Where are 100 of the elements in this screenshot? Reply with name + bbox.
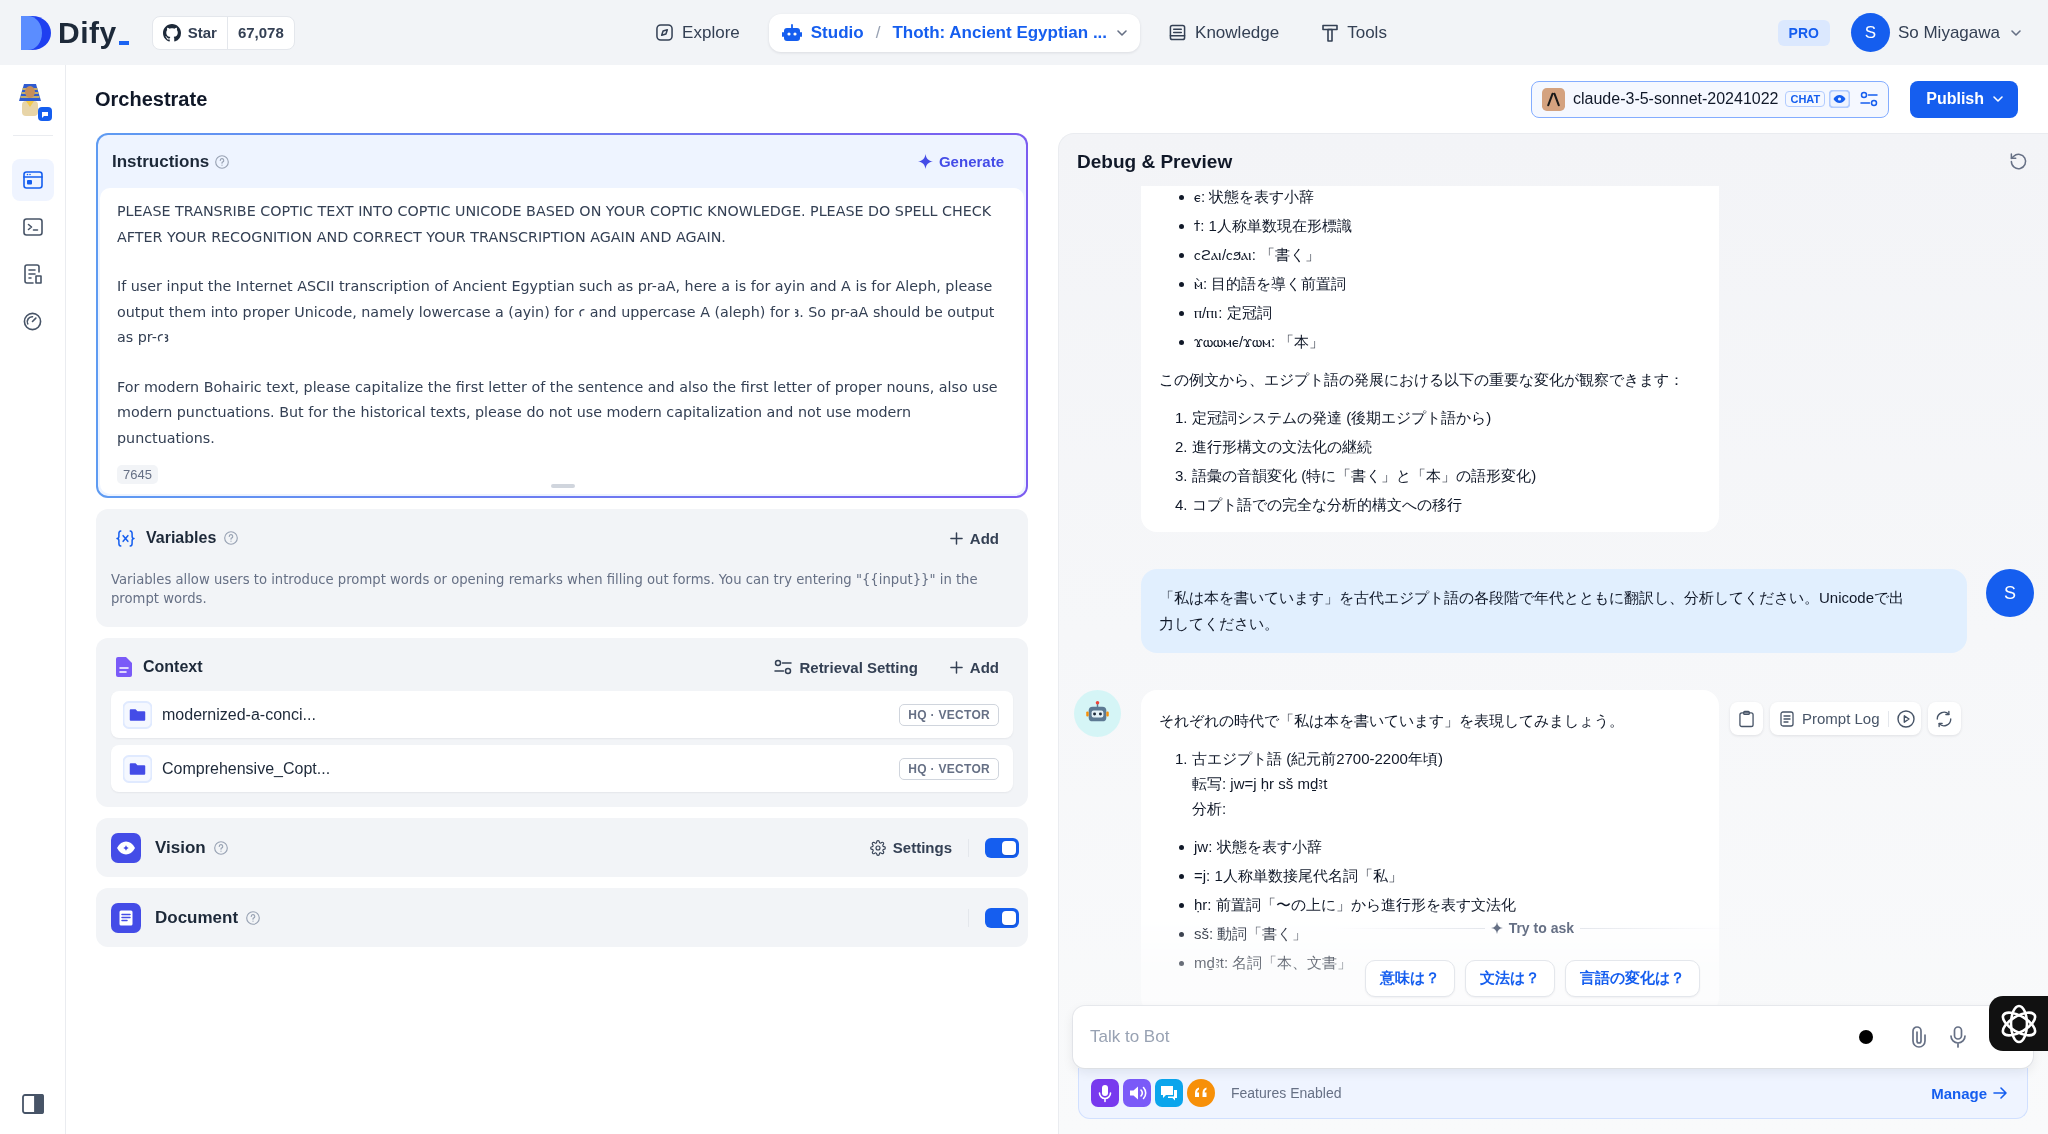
bullet-icon xyxy=(1179,281,1184,287)
chat-input[interactable]: Talk to Bot xyxy=(1090,1017,1859,1057)
floating-app-button[interactable] xyxy=(1989,996,2048,1051)
sparkle-icon xyxy=(917,154,933,169)
list-item: =j: 1人称単数接尾代名詞「私」 xyxy=(1194,866,1403,886)
folder-icon xyxy=(123,700,152,729)
clipboard-icon xyxy=(1739,709,1754,728)
bullet-icon xyxy=(1179,960,1184,966)
list-item: ϯ: 1人称単数現在形標識 xyxy=(1194,216,1352,236)
suggestion-button[interactable]: 意味は？ xyxy=(1364,960,1455,997)
plan-badge: PRO xyxy=(1777,19,1830,46)
compass-icon xyxy=(656,24,674,41)
list-number: 2. xyxy=(1175,437,1189,457)
nav-tab[interactable]: Knowledge xyxy=(1155,13,1294,52)
list-item: 転写: jw=j ḥr sš mḏꜣt xyxy=(1192,774,1329,794)
settings-button[interactable]: Settings xyxy=(869,839,952,856)
variables-description: Variables allow users to introduce prompt words or opening remarks when filling out forms. You can try entering "{{input}}" in the prompt words. xyxy=(111,571,979,608)
nav-tab[interactable]: Explore xyxy=(642,13,754,52)
list-number: 4. xyxy=(1175,495,1189,515)
play-button[interactable] xyxy=(1896,709,1915,728)
character-count: 7645 xyxy=(117,465,158,484)
toggle-switch[interactable] xyxy=(985,907,1019,928)
list-item: ⲙ̀: 目的語を導く前置詞 xyxy=(1194,274,1347,294)
gauge-icon xyxy=(23,311,42,331)
list-item: ḥr: 前置詞「〜の上に」から進行形を表す文法化 xyxy=(1194,895,1516,915)
list-item: 分析: xyxy=(1192,799,1228,819)
add-button[interactable]: Add xyxy=(949,529,999,547)
list-item: コプト語での完全な分析的構文への移行 xyxy=(1192,495,1462,515)
restart-button[interactable] xyxy=(2009,152,2028,171)
microphone-icon xyxy=(1949,1026,1967,1048)
card-title: Context xyxy=(143,658,203,676)
list-item: ⲥϩⲁⲓ/ⲥϧⲁⲓ: 「書く」 xyxy=(1194,245,1320,265)
arrow-icon xyxy=(1993,1086,2007,1100)
message-text: この例文から、エジプト語の発展における以下の重要な変化が観察できます： xyxy=(1159,370,1685,390)
list-number: 1. xyxy=(1175,749,1189,769)
voice-button[interactable] xyxy=(1949,1026,1967,1048)
document-icon xyxy=(23,264,42,284)
underscore-icon xyxy=(118,40,129,45)
bullet-icon xyxy=(1179,252,1184,258)
prompt-paragraph: If user input the Internet ASCII transcription of Ancient Egyptian such as pr-aA, here a is for ayin and A is for Aleph, please output them into proper Unicode, namely lowercase a (ayin) for ꜥ and uppercase A (aleph) for ꜣ. So pr-aA should be output as pr-ꜥꜣ xyxy=(117,277,996,347)
resize-handle[interactable] xyxy=(550,484,575,488)
manage-link[interactable]: Manage xyxy=(1931,1084,2007,1102)
publish-button[interactable]: Publish xyxy=(1910,80,2018,118)
suggestion-button[interactable]: 文法は？ xyxy=(1464,960,1555,997)
sliders-icon xyxy=(1860,91,1879,107)
dataset-name: Comprehensive_Copt... xyxy=(162,759,332,778)
nav-tab[interactable]: Studio / Thoth: Ancient Egyptian ... xyxy=(768,13,1141,52)
dataset-name: modernized-a-conci... xyxy=(162,705,317,724)
sidebar-nav-button[interactable] xyxy=(11,159,54,201)
sidebar-toggle-icon xyxy=(21,1094,44,1114)
help-icon xyxy=(213,840,228,855)
breadcrumb-separator: / xyxy=(875,22,881,43)
refresh-icon xyxy=(2009,152,2028,171)
sidebar-toggle-button[interactable] xyxy=(21,1094,44,1114)
model-logo-icon xyxy=(1542,87,1565,111)
book-icon xyxy=(1169,24,1187,41)
app-switcher[interactable]: Thoth: Ancient Egyptian ... xyxy=(892,22,1108,43)
copy-button[interactable] xyxy=(1730,702,1763,735)
model-name: claude-3-5-sonnet-20241022 xyxy=(1573,90,1779,108)
list-item: 古エジプト語 (紀元前2700-2200年頃) xyxy=(1192,749,1443,769)
log-icon xyxy=(1780,710,1794,727)
list-item: 進行形構文の文法化の継続 xyxy=(1192,437,1372,457)
user-menu[interactable]: So Miyagawa xyxy=(1897,22,2022,43)
message-bubble: 「私は本を書いています」を古代エジプト語の各段階で年代とともに翻訳し、分析してください。Unicodeで出力してください。 xyxy=(1141,569,1967,653)
toggle-switch[interactable] xyxy=(985,837,1019,858)
card-title: Variables xyxy=(146,529,217,547)
dataset-item[interactable]: modernized-a-conci... HQ · VECTOR xyxy=(111,691,1013,738)
window-icon xyxy=(22,171,43,189)
bullet-icon xyxy=(1179,931,1184,937)
list-number: 3. xyxy=(1175,466,1189,486)
prompt-paragraph: For modern Bohairic text, please capitalize the first letter of the sentence and also the first letter of proper nouns, also use modern punctuations. But for the historical texts, please do not use modern capitalization and not use modern punctuations. xyxy=(117,377,999,448)
document-icon xyxy=(111,902,141,933)
eye-icon xyxy=(111,832,141,863)
variable-icon xyxy=(116,529,135,547)
prompt-log-button[interactable]: Prompt Log xyxy=(1780,710,1880,727)
index-badge: HQ · VECTOR xyxy=(899,703,999,726)
caret-icon xyxy=(1992,93,2004,105)
list-item: jw: 状態を表す小辞 xyxy=(1194,837,1322,857)
terminal-icon xyxy=(22,218,43,236)
list-item: 語彙の音韻変化 (特に「書く」と「本」の語形変化) xyxy=(1192,466,1537,486)
sliders-icon xyxy=(774,659,793,675)
dataset-item[interactable]: Comprehensive_Copt... HQ · VECTOR xyxy=(111,745,1013,792)
chat-input-box[interactable]: Talk to Bot xyxy=(1073,1006,2033,1068)
attach-button[interactable] xyxy=(1911,1026,1927,1048)
nav-tab[interactable]: Tools xyxy=(1308,13,1401,52)
github-star-button[interactable]: Star xyxy=(152,16,228,49)
model-selector[interactable]: claude-3-5-sonnet-20241022 CHAT xyxy=(1531,80,1890,118)
card-title: Vision xyxy=(155,837,206,858)
user-avatar[interactable]: S xyxy=(1850,13,1890,52)
mode-badge: CHAT xyxy=(1785,91,1826,107)
help-icon xyxy=(215,154,230,169)
folder-icon xyxy=(123,754,152,783)
bullet-icon xyxy=(1179,339,1184,345)
retrieval-setting-button[interactable]: Retrieval Setting xyxy=(774,658,918,676)
generate-button[interactable]: Generate xyxy=(917,153,1004,170)
regenerate-button[interactable] xyxy=(1927,702,1961,735)
list-item: ϫⲱⲱⲙⲉ/ϫⲱⲙ: 「本」 xyxy=(1194,332,1325,352)
suggestion-button[interactable]: 言語の変化は？ xyxy=(1564,960,1700,997)
add-button[interactable]: Add xyxy=(949,658,999,676)
page-title: Orchestrate xyxy=(95,87,208,111)
